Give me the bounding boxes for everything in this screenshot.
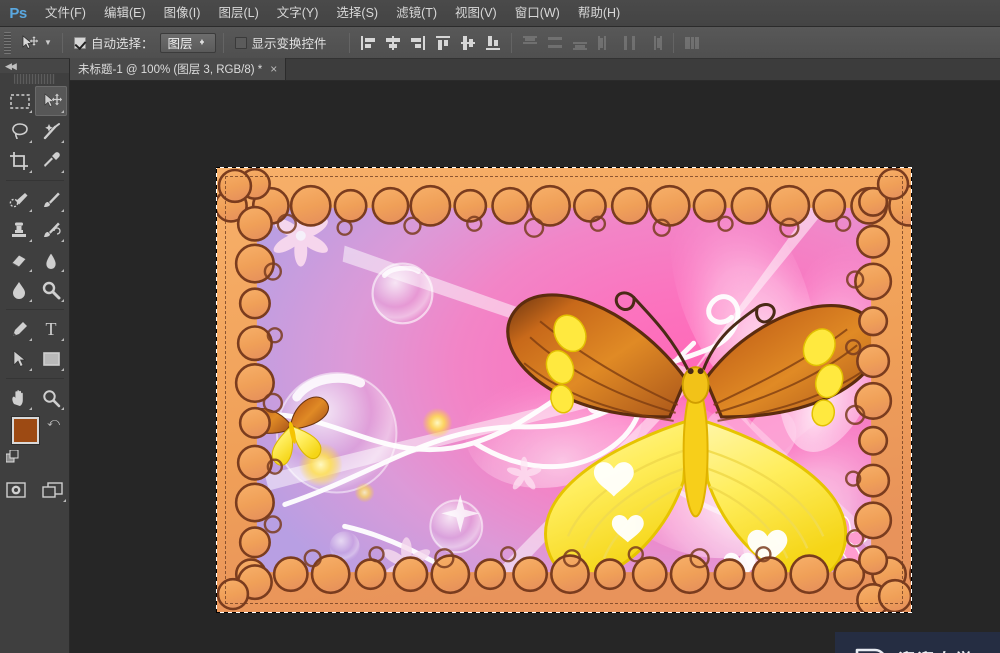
move-tool-icon[interactable] bbox=[35, 86, 67, 116]
align-right-edges[interactable] bbox=[407, 32, 429, 54]
options-bar-grip[interactable] bbox=[4, 31, 11, 54]
distribute-left-edges bbox=[594, 32, 616, 54]
screen-mode-button[interactable] bbox=[38, 475, 70, 505]
tool-preset-chevron-down-icon[interactable]: ▼ bbox=[41, 31, 55, 55]
distribute-vertical-centers bbox=[544, 32, 566, 54]
show-transform-controls-checkbox[interactable] bbox=[234, 36, 247, 49]
auto-align-group bbox=[681, 32, 703, 54]
photoshop-logo: Ps bbox=[9, 4, 27, 22]
lasso-tool-icon[interactable] bbox=[3, 116, 35, 146]
eyedropper-tool-icon[interactable] bbox=[35, 146, 67, 176]
distribute-top-edges bbox=[519, 32, 541, 54]
menu-image[interactable]: 图像(I) bbox=[155, 0, 210, 27]
auto-select-checkbox[interactable] bbox=[74, 36, 86, 49]
align-buttons-group bbox=[357, 32, 504, 54]
tool-group-navigation bbox=[0, 383, 70, 413]
options-bar: ▼ 自动选择： 图层 ▲ ▼ 显示变换控件 bbox=[0, 27, 1000, 59]
path-selection-tool-icon[interactable] bbox=[3, 344, 35, 374]
crop-tool-icon[interactable] bbox=[3, 146, 35, 176]
tools-panel-grip[interactable] bbox=[14, 74, 55, 84]
artwork-image bbox=[217, 168, 911, 612]
tools-panel: ◀◀ T ⤺ bbox=[0, 59, 70, 653]
screen-mode-buttons bbox=[0, 475, 69, 505]
show-transform-controls-control[interactable]: 显示变换控件 bbox=[234, 33, 327, 52]
distribute-right-edges bbox=[644, 32, 666, 54]
hand-tool-icon[interactable] bbox=[3, 383, 35, 413]
auto-select-control[interactable]: 自动选择： bbox=[74, 33, 154, 52]
tools-panel-header: ◀◀ bbox=[0, 59, 69, 73]
menu-filter[interactable]: 滤镜(T) bbox=[387, 0, 446, 27]
canvas-area[interactable]: 溜溜自学 ZIXUE.3D66.COM bbox=[70, 81, 1000, 653]
menu-file[interactable]: 文件(F) bbox=[36, 0, 95, 27]
auto-align-layers bbox=[681, 32, 703, 54]
menu-type[interactable]: 文字(Y) bbox=[268, 0, 328, 27]
auto-select-scope-select[interactable]: 图层 ▲ ▼ bbox=[159, 32, 216, 53]
divider bbox=[672, 32, 674, 53]
menu-bar: Ps 文件(F) 编辑(E) 图像(I) 图层(L) 文字(Y) 选择(S) 滤镜(T) 视图… bbox=[0, 0, 1000, 27]
eraser-tool-icon[interactable] bbox=[3, 245, 35, 275]
distribute-horizontal-centers bbox=[619, 32, 641, 54]
close-icon[interactable]: × bbox=[270, 62, 277, 76]
menu-layer[interactable]: 图层(L) bbox=[209, 0, 267, 27]
divider bbox=[510, 32, 512, 53]
auto-select-scope-value: 图层 bbox=[167, 37, 193, 51]
dodge-tool-icon[interactable] bbox=[35, 275, 67, 305]
tool-group-retouch bbox=[0, 185, 70, 305]
default-colors-icon[interactable] bbox=[5, 449, 20, 467]
rectangular-marquee-tool-icon[interactable] bbox=[3, 86, 35, 116]
clone-stamp-tool-icon[interactable] bbox=[3, 215, 35, 245]
spot-healing-brush-tool-icon[interactable] bbox=[3, 185, 35, 215]
pen-tool-icon[interactable] bbox=[3, 314, 35, 344]
divider bbox=[6, 180, 64, 181]
auto-select-label: 自动选择： bbox=[91, 37, 154, 51]
align-vertical-centers[interactable] bbox=[457, 32, 479, 54]
move-tool-icon[interactable] bbox=[17, 31, 41, 55]
photoshop-window: Ps 文件(F) 编辑(E) 图像(I) 图层(L) 文字(Y) 选择(S) 滤镜(T) 视图… bbox=[0, 0, 1000, 653]
swap-colors-icon[interactable]: ⤺ bbox=[47, 415, 60, 430]
frame-bubble-pattern bbox=[217, 168, 911, 612]
rectangle-shape-tool-icon[interactable] bbox=[35, 344, 67, 374]
watermark-title: 溜溜自学 bbox=[898, 646, 997, 653]
align-top-edges[interactable] bbox=[432, 32, 454, 54]
distribute-bottom-edges bbox=[569, 32, 591, 54]
divider bbox=[6, 378, 64, 379]
divider bbox=[222, 32, 224, 53]
tool-group-selection bbox=[0, 86, 70, 176]
blur-tool-icon[interactable] bbox=[3, 275, 35, 305]
quick-mask-mode-button[interactable] bbox=[0, 475, 32, 505]
show-transform-controls-label: 显示变换控件 bbox=[251, 37, 327, 51]
foreground-color-swatch[interactable] bbox=[12, 417, 39, 444]
play-logo-icon bbox=[855, 648, 884, 653]
collapse-panel-icon[interactable]: ◀◀ bbox=[5, 61, 17, 72]
menu-edit[interactable]: 编辑(E) bbox=[95, 0, 155, 27]
magic-wand-tool-icon[interactable] bbox=[35, 116, 67, 146]
align-left-edges[interactable] bbox=[357, 32, 379, 54]
gradient-tool-icon[interactable] bbox=[35, 245, 67, 275]
brush-tool-icon[interactable] bbox=[35, 185, 67, 215]
menu-select[interactable]: 选择(S) bbox=[327, 0, 387, 27]
tool-group-vector: T bbox=[0, 314, 70, 374]
align-bottom-edges[interactable] bbox=[482, 32, 504, 54]
horizontal-type-tool-icon[interactable]: T bbox=[35, 314, 67, 344]
chevron-updown-icon[interactable]: ▲ ▼ bbox=[199, 38, 206, 47]
divider bbox=[6, 309, 64, 310]
align-horizontal-centers[interactable] bbox=[382, 32, 404, 54]
color-swatches: ⤺ bbox=[0, 415, 70, 469]
zoom-tool-icon[interactable] bbox=[35, 383, 67, 413]
menu-help[interactable]: 帮助(H) bbox=[569, 0, 629, 27]
history-brush-tool-icon[interactable] bbox=[35, 215, 67, 245]
document-canvas[interactable] bbox=[216, 167, 912, 613]
distribute-buttons-group bbox=[519, 32, 666, 54]
document-tab-bar: 未标题-1 @ 100% (图层 3, RGB/8) * × bbox=[70, 58, 1000, 81]
divider bbox=[348, 32, 350, 53]
document-tab-title: 未标题-1 @ 100% (图层 3, RGB/8) * bbox=[78, 64, 263, 76]
divider bbox=[62, 32, 63, 53]
document-tab[interactable]: 未标题-1 @ 100% (图层 3, RGB/8) * × bbox=[70, 58, 287, 80]
menu-view[interactable]: 视图(V) bbox=[446, 0, 506, 27]
watermark: 溜溜自学 ZIXUE.3D66.COM bbox=[835, 632, 1000, 653]
menu-window[interactable]: 窗口(W) bbox=[506, 0, 569, 27]
